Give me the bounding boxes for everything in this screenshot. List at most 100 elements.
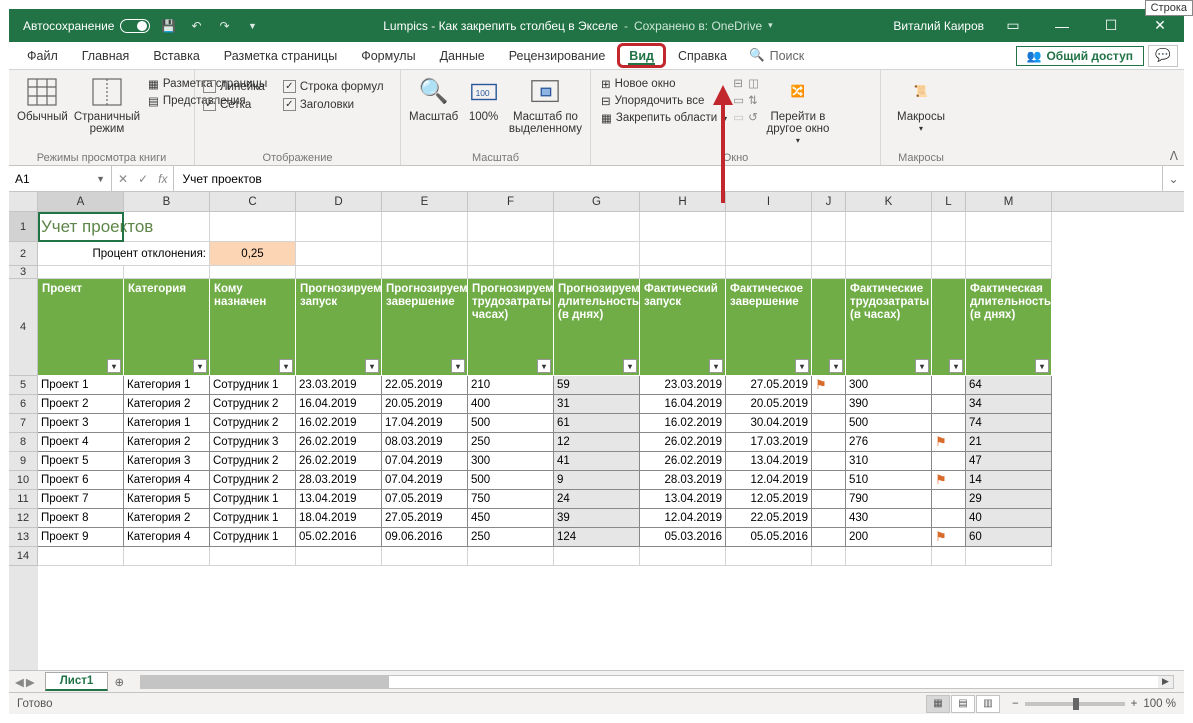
cell[interactable]: 300 bbox=[468, 452, 554, 471]
filter-icon[interactable]: ▾ bbox=[623, 359, 637, 373]
qat-dropdown-icon[interactable]: ▼ bbox=[242, 16, 262, 36]
cell[interactable]: Категория 1 bbox=[124, 376, 210, 395]
cell[interactable]: Сотрудник 2 bbox=[210, 471, 296, 490]
maximize-icon[interactable]: ☐ bbox=[1091, 9, 1131, 42]
name-box[interactable]: A1 ▼ bbox=[9, 166, 112, 191]
sheet-tab[interactable]: Лист1 bbox=[45, 672, 109, 691]
cell[interactable]: Категория 4 bbox=[124, 528, 210, 547]
cell[interactable]: 13.04.2019 bbox=[726, 452, 812, 471]
cell[interactable]: 28.03.2019 bbox=[296, 471, 382, 490]
zoom-out-icon[interactable]: − bbox=[1012, 698, 1019, 710]
cell[interactable]: 500 bbox=[846, 414, 932, 433]
cell[interactable]: 210 bbox=[468, 376, 554, 395]
cell[interactable]: 74 bbox=[966, 414, 1052, 433]
cell[interactable]: Проект 5 bbox=[38, 452, 124, 471]
cell[interactable] bbox=[812, 452, 846, 471]
undo-icon[interactable]: ↶ bbox=[186, 16, 206, 36]
tab-help[interactable]: Справка bbox=[666, 42, 739, 69]
cell[interactable]: Сотрудник 1 bbox=[210, 490, 296, 509]
cell[interactable]: 05.03.2016 bbox=[640, 528, 726, 547]
normal-view-button[interactable]: Обычный bbox=[17, 74, 68, 123]
col-header[interactable]: A bbox=[38, 192, 124, 211]
tab-review[interactable]: Рецензирование bbox=[497, 42, 618, 69]
formula-input[interactable]: Учет проектов bbox=[174, 166, 1162, 191]
zoom-selection-button[interactable]: Масштаб по выделенному bbox=[509, 74, 582, 135]
cell[interactable]: 450 bbox=[468, 509, 554, 528]
fx-icon[interactable]: fx bbox=[158, 172, 167, 186]
cell[interactable]: Сотрудник 2 bbox=[210, 414, 296, 433]
cell[interactable]: 59 bbox=[554, 376, 640, 395]
filter-icon[interactable]: ▾ bbox=[915, 359, 929, 373]
cell[interactable]: 26.02.2019 bbox=[296, 433, 382, 452]
cell[interactable]: 30.04.2019 bbox=[726, 414, 812, 433]
col-header[interactable]: K bbox=[846, 192, 932, 211]
cell[interactable]: 08.03.2019 bbox=[382, 433, 468, 452]
filter-icon[interactable]: ▾ bbox=[949, 359, 963, 373]
cell[interactable]: Проект 2 bbox=[38, 395, 124, 414]
zoom-button[interactable]: 🔍 Масштаб bbox=[409, 74, 458, 123]
sheet-prev-icon[interactable]: ◀ bbox=[15, 675, 24, 689]
cell[interactable] bbox=[812, 528, 846, 547]
tab-home[interactable]: Главная bbox=[70, 42, 142, 69]
sync-scroll-icon[interactable]: ⇅ bbox=[748, 93, 759, 107]
cell[interactable]: Категория 1 bbox=[124, 414, 210, 433]
select-all-corner[interactable] bbox=[9, 192, 38, 211]
cell[interactable]: 13.04.2019 bbox=[296, 490, 382, 509]
zoom-100-button[interactable]: 100 100% bbox=[464, 74, 503, 123]
row-header[interactable]: 13 bbox=[9, 528, 38, 547]
row-header[interactable]: 4 bbox=[9, 279, 38, 376]
cell[interactable]: Категория 5 bbox=[124, 490, 210, 509]
ruler-checkbox[interactable]: Линейка bbox=[203, 78, 265, 95]
cell[interactable]: 430 bbox=[846, 509, 932, 528]
page-break-view-button[interactable]: Страничный режим bbox=[74, 74, 140, 135]
cell[interactable]: Проект 3 bbox=[38, 414, 124, 433]
filter-icon[interactable]: ▾ bbox=[1035, 359, 1049, 373]
row-header[interactable]: 11 bbox=[9, 490, 38, 509]
user-name[interactable]: Виталий Каиров bbox=[893, 19, 984, 33]
new-window-button[interactable]: ⊞Новое окно bbox=[599, 76, 729, 92]
cell[interactable]: 60 bbox=[966, 528, 1052, 547]
cell[interactable] bbox=[932, 509, 966, 528]
sheet-next-icon[interactable]: ▶ bbox=[26, 675, 35, 689]
cell[interactable]: 510 bbox=[846, 471, 932, 490]
filter-icon[interactable]: ▾ bbox=[829, 359, 843, 373]
cell[interactable]: 250 bbox=[468, 433, 554, 452]
unhide-icon[interactable]: ▭ bbox=[733, 110, 744, 124]
cell[interactable]: 29 bbox=[966, 490, 1052, 509]
cell[interactable]: 500 bbox=[468, 414, 554, 433]
zoom-value[interactable]: 100 % bbox=[1143, 698, 1176, 710]
cell[interactable]: 16.02.2019 bbox=[640, 414, 726, 433]
filter-icon[interactable]: ▾ bbox=[279, 359, 293, 373]
cell[interactable]: ⚑ bbox=[812, 376, 846, 395]
enter-formula-icon[interactable]: ✓ bbox=[138, 172, 148, 186]
filter-icon[interactable]: ▾ bbox=[537, 359, 551, 373]
cell[interactable]: 16.04.2019 bbox=[640, 395, 726, 414]
cell[interactable]: 300 bbox=[846, 376, 932, 395]
split-icon[interactable]: ⊟ bbox=[733, 76, 744, 90]
cell[interactable]: 23.03.2019 bbox=[640, 376, 726, 395]
filter-icon[interactable]: ▾ bbox=[709, 359, 723, 373]
cell[interactable] bbox=[812, 490, 846, 509]
cell[interactable]: ⚑ bbox=[932, 528, 966, 547]
cell[interactable]: 24 bbox=[554, 490, 640, 509]
cell[interactable] bbox=[932, 376, 966, 395]
col-header[interactable]: H bbox=[640, 192, 726, 211]
filter-icon[interactable]: ▾ bbox=[365, 359, 379, 373]
cell[interactable]: Сотрудник 1 bbox=[210, 376, 296, 395]
cell[interactable]: 64 bbox=[966, 376, 1052, 395]
cell[interactable]: 27.05.2019 bbox=[382, 509, 468, 528]
filter-icon[interactable]: ▾ bbox=[193, 359, 207, 373]
reset-pos-icon[interactable]: ↺ bbox=[748, 110, 759, 124]
minimize-icon[interactable]: — bbox=[1042, 9, 1082, 42]
row-header[interactable]: 10 bbox=[9, 471, 38, 490]
view-side-icon[interactable]: ◫ bbox=[748, 76, 759, 90]
row-header[interactable]: 8 bbox=[9, 433, 38, 452]
row-header[interactable]: 7 bbox=[9, 414, 38, 433]
cell[interactable]: 40 bbox=[966, 509, 1052, 528]
cell[interactable]: 07.04.2019 bbox=[382, 471, 468, 490]
zoom-slider[interactable] bbox=[1025, 702, 1125, 706]
cell[interactable]: Категория 2 bbox=[124, 395, 210, 414]
page-break-view-icon[interactable]: ▥ bbox=[976, 695, 1000, 713]
cell[interactable]: 23.03.2019 bbox=[296, 376, 382, 395]
col-header[interactable]: D bbox=[296, 192, 382, 211]
